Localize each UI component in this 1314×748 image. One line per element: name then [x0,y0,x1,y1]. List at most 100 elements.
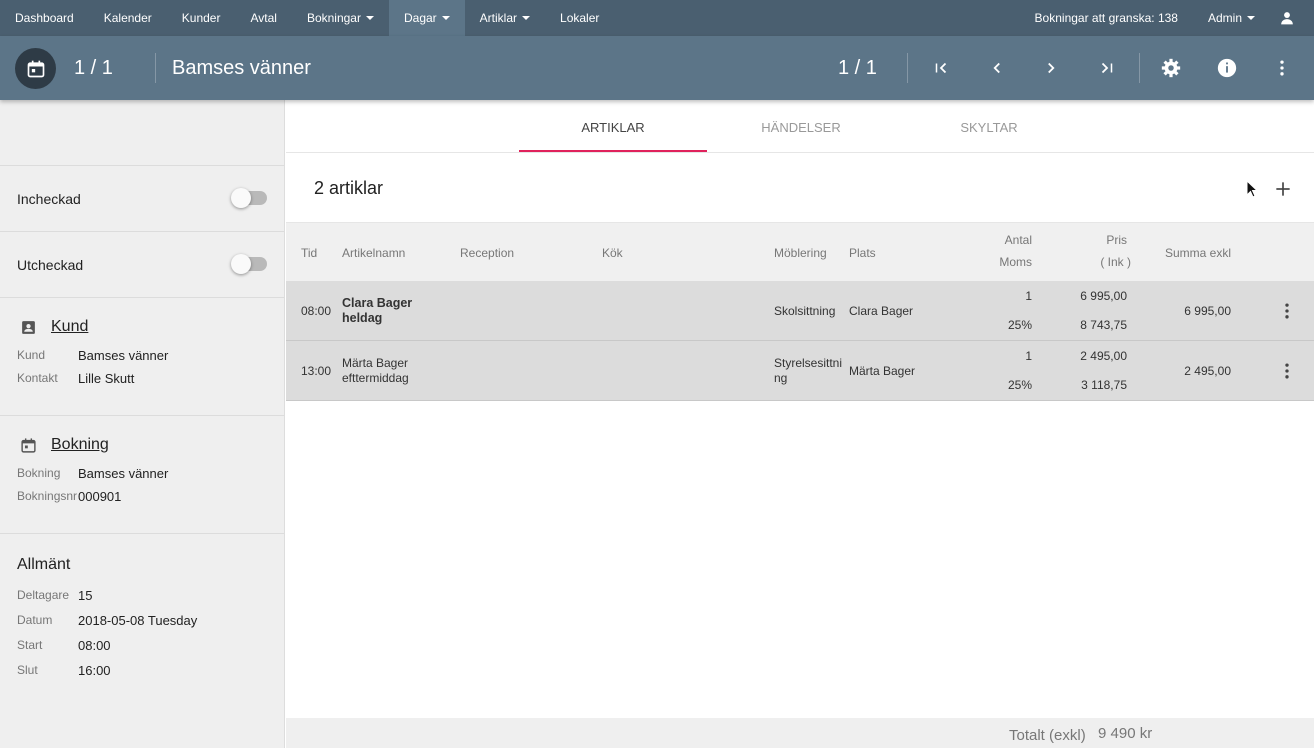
admin-label: Admin [1207,11,1242,25]
col-moms[interactable]: Moms [976,255,1032,269]
nav-artiklar-dropdown[interactable]: Artiklar [465,0,545,36]
gear-icon [1161,58,1181,78]
record-counter: 1 / 1 [74,57,113,79]
kv-value: Bamses vänner [78,466,169,481]
chevron-left-icon [993,62,1000,74]
total-value: 9 490 kr [1098,725,1153,742]
nav-avtal[interactable]: Avtal [235,0,291,36]
col-artikelnamn[interactable]: Artikelnamn [342,246,405,260]
total-footer: Totalt (exkl) 9 490 kr [286,718,1314,748]
tab-skyltar[interactable]: SKYLTAR [895,120,1083,135]
pager-counter: 1 / 1 [838,57,877,79]
kund-link[interactable]: Kund [51,318,88,336]
col-tid[interactable]: Tid [301,246,317,260]
cell-artikelnamn: Märta Bager efttermiddag [342,356,409,385]
toggle-knob [231,188,251,208]
col-plats[interactable]: Plats [849,246,876,260]
col-pris[interactable]: Pris [1067,233,1127,247]
admin-dropdown[interactable]: Admin [1193,0,1270,36]
nav-label: Kunder [181,11,221,25]
caret-down-icon [1247,16,1255,20]
table-header: Tid Artikelnamn Reception Kök Möblering … [286,223,1314,281]
allmant-section: Allmänt Deltagare 15 Datum 2018-05-08 Tues… [0,534,284,678]
incheckad-toggle[interactable] [231,188,267,208]
cell-plats: Märta Bager [849,364,916,378]
settings-button[interactable] [1157,54,1185,82]
col-kok[interactable]: Kök [602,246,623,260]
nav-label: Artiklar [479,11,518,25]
kv-value: 16:00 [78,663,111,678]
kv-row: Kund Bamses vänner [0,348,284,363]
prev-page-button[interactable] [983,54,1011,82]
next-page-button[interactable] [1037,54,1065,82]
checkout-section: Utcheckad [0,232,284,298]
divider [1139,53,1140,83]
nav-dashboard[interactable]: Dashboard [0,0,89,36]
calendar-button[interactable] [15,48,56,89]
col-moblering[interactable]: Möblering [774,246,827,260]
col-summa[interactable]: Summa exkl [1146,246,1231,260]
nav-kunder[interactable]: Kunder [167,0,236,36]
first-page-button[interactable] [927,54,955,82]
add-article-button[interactable] [1273,179,1293,199]
nav-bokningar-dropdown[interactable]: Bokningar [292,0,389,36]
user-menu-button[interactable] [1270,0,1314,36]
cell-tid: 13:00 [301,364,332,378]
nav-kalender[interactable]: Kalender [89,0,167,36]
cell-antal: 1 [1025,289,1032,303]
cell-plats: Clara Bager [849,304,914,318]
tab-bar: ARTIKLAR HÄNDELSER SKYLTAR [286,100,1314,153]
sidebar: Incheckad Utcheckad Kund Kund Bamses vänn… [0,100,285,748]
cell-pris: 2 495,00 [1080,349,1127,363]
kv-value: 08:00 [78,638,111,653]
caret-down-icon [522,16,531,20]
bokning-link[interactable]: Bokning [51,436,109,454]
contact-icon [22,320,35,334]
nav-lokaler[interactable]: Lokaler [545,0,614,36]
review-bookings-link[interactable]: Bokningar att granska: 138 [1020,0,1193,36]
kv-row: Bokning Bamses vänner [0,466,284,481]
cell-pris-ink: 8 743,75 [1080,318,1127,332]
more-vertical-icon [1285,303,1289,319]
article-count: 2 artiklar [314,178,384,198]
cell-summa: 2 495,00 [1184,364,1231,378]
utcheckad-toggle[interactable] [231,254,267,274]
last-page-button[interactable] [1093,54,1121,82]
main-content: ARTIKLAR HÄNDELSER SKYLTAR 2 artiklar Ti… [286,100,1314,748]
calendar-icon [27,60,44,77]
mouse-cursor-icon [1246,180,1258,198]
nav-dagar-dropdown[interactable]: Dagar [388,0,465,36]
kv-value: 2018-05-08 Tuesday [78,613,198,628]
kv-row: Bokningsnr 000901 [0,489,284,504]
col-reception[interactable]: Reception [460,246,514,260]
kv-key: Deltagare [17,588,70,602]
col-antal[interactable]: Antal [976,233,1032,247]
kund-heading: Kund [0,298,284,336]
info-icon [1217,58,1237,78]
calendar-icon [21,437,36,453]
nav-label: Bokningar [306,11,361,25]
kv-row: Slut 16:00 [0,663,284,678]
utcheckad-label: Utcheckad [17,256,84,273]
col-pris-ink[interactable]: ( Ink ) [1067,255,1131,269]
cell-pris: 6 995,00 [1080,289,1127,303]
tab-artiklar[interactable]: ARTIKLAR [519,120,707,135]
table-row[interactable]: 08:00 Clara Bager heldag Skolsittning Cl… [286,281,1314,341]
nav-label: Lokaler [560,11,600,25]
row-menu-button[interactable] [1277,301,1297,321]
table-row[interactable]: 13:00 Märta Bager efttermiddag Styrelses… [286,341,1314,401]
first-page-icon [935,62,947,74]
kv-key: Bokningsnr [17,489,78,503]
info-button[interactable] [1213,54,1241,82]
kv-row: Datum 2018-05-08 Tuesday [0,613,284,628]
row-menu-button[interactable] [1277,361,1297,381]
plus-icon [1276,182,1290,196]
allmant-heading: Allmänt [17,556,71,573]
tab-handelser[interactable]: HÄNDELSER [707,120,895,135]
page-title: Bamses vänner [172,57,311,79]
more-vertical-icon [1280,60,1284,76]
incheckad-label: Incheckad [17,190,81,207]
more-menu-button[interactable] [1268,54,1296,82]
page-header: 1 / 1 Bamses vänner 1 / 1 [0,36,1314,100]
cell-pris-ink: 3 118,75 [1081,378,1127,392]
